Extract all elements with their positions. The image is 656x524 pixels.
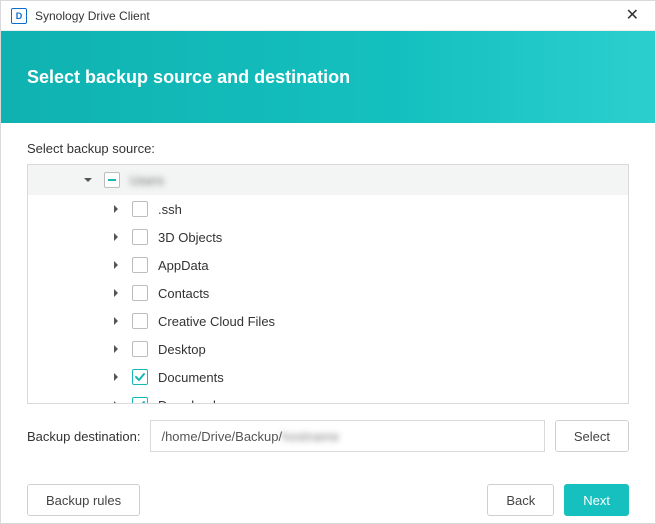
checkbox[interactable] xyxy=(132,257,148,273)
tree-row[interactable]: Contacts xyxy=(28,279,628,307)
caret-right-icon[interactable] xyxy=(110,287,122,299)
tree-root-row[interactable]: Users xyxy=(28,165,628,195)
caret-right-icon[interactable] xyxy=(110,315,122,327)
destination-path-prefix: /home/Drive/Backup/ xyxy=(161,429,282,444)
caret-right-icon[interactable] xyxy=(110,259,122,271)
tree-item-label: Desktop xyxy=(158,342,206,357)
tree-row[interactable]: AppData xyxy=(28,251,628,279)
caret-right-icon[interactable] xyxy=(110,231,122,243)
source-tree: Users .ssh 3D Objects AppData Contacts Creat… xyxy=(27,164,629,404)
header-banner: Select backup source and destination xyxy=(1,31,655,123)
source-section-label: Select backup source: xyxy=(27,141,629,156)
tree-row[interactable]: Desktop xyxy=(28,335,628,363)
tree-item-label: Downloads xyxy=(158,398,222,404)
backup-rules-button[interactable]: Backup rules xyxy=(27,484,140,516)
tree-row[interactable]: Downloads xyxy=(28,391,628,403)
destination-label: Backup destination: xyxy=(27,429,140,444)
window-title: Synology Drive Client xyxy=(35,9,620,23)
tree-item-label: 3D Objects xyxy=(158,230,222,245)
checkbox[interactable] xyxy=(132,397,148,403)
tree-row[interactable]: Creative Cloud Files xyxy=(28,307,628,335)
tree-row[interactable]: Documents xyxy=(28,363,628,391)
caret-right-icon[interactable] xyxy=(110,203,122,215)
checkbox[interactable] xyxy=(132,369,148,385)
page-title: Select backup source and destination xyxy=(27,67,350,88)
caret-right-icon[interactable] xyxy=(110,399,122,403)
next-button[interactable]: Next xyxy=(564,484,629,516)
tree-item-label: AppData xyxy=(158,258,209,273)
source-tree-scroll[interactable]: Users .ssh 3D Objects AppData Contacts Creat… xyxy=(28,165,628,403)
checkbox[interactable] xyxy=(132,229,148,245)
checkbox[interactable] xyxy=(132,201,148,217)
select-destination-button[interactable]: Select xyxy=(555,420,629,452)
tree-row[interactable]: 3D Objects xyxy=(28,223,628,251)
tree-item-label: Contacts xyxy=(158,286,209,301)
checkbox[interactable] xyxy=(132,285,148,301)
caret-right-icon[interactable] xyxy=(110,343,122,355)
close-icon[interactable]: ✕ xyxy=(620,6,645,26)
tree-item-label: Documents xyxy=(158,370,224,385)
titlebar: D Synology Drive Client ✕ xyxy=(1,1,655,31)
destination-input[interactable]: /home/Drive/Backup/hostname xyxy=(150,420,544,452)
app-logo-icon: D xyxy=(11,8,27,24)
back-button[interactable]: Back xyxy=(487,484,554,516)
caret-down-icon[interactable] xyxy=(82,174,94,186)
checkbox[interactable] xyxy=(132,341,148,357)
checkbox-root[interactable] xyxy=(104,172,120,188)
tree-item-label: Creative Cloud Files xyxy=(158,314,275,329)
tree-item-label: .ssh xyxy=(158,202,182,217)
tree-row[interactable]: .ssh xyxy=(28,195,628,223)
caret-right-icon[interactable] xyxy=(110,371,122,383)
destination-path-tail: hostname xyxy=(282,429,339,444)
checkbox[interactable] xyxy=(132,313,148,329)
tree-root-label: Users xyxy=(130,173,164,188)
